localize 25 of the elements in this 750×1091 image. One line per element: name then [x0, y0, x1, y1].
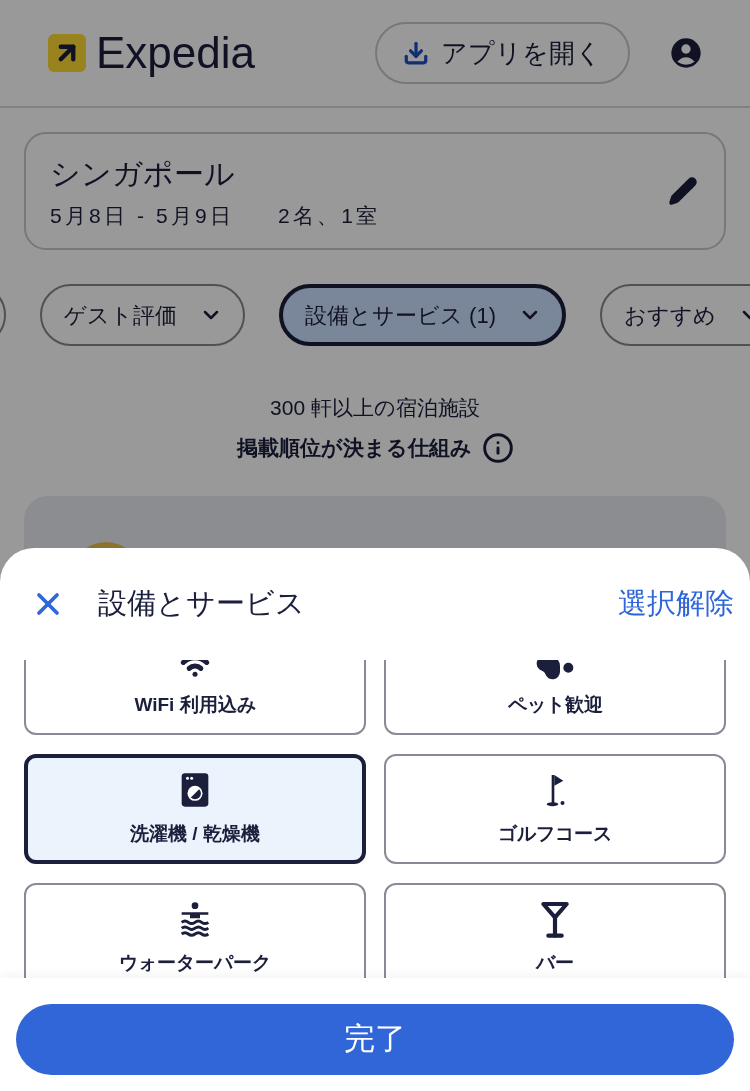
- filter-chip[interactable]: 設備とサービス (1): [279, 284, 566, 346]
- ranking-info-link[interactable]: 掲載順位が決まる仕組み: [236, 431, 472, 464]
- dates-text: 5月8日 - 5月9日: [50, 202, 235, 229]
- logo-text: Expedia: [96, 27, 255, 79]
- logo-icon: [48, 34, 86, 72]
- download-icon: [403, 40, 429, 66]
- results-count: 300 軒以上の宿泊施設: [270, 395, 480, 421]
- sheet-title: 設備とサービス: [98, 586, 305, 622]
- account-icon[interactable]: [670, 37, 702, 69]
- filter-chip[interactable]: おすすめ: [600, 284, 750, 346]
- edit-icon[interactable]: [668, 176, 698, 206]
- amenity-option[interactable]: ペット歓迎: [384, 660, 726, 735]
- amenity-option[interactable]: 洗濯機 / 乾燥機: [24, 754, 366, 864]
- amenity-option[interactable]: WiFi 利用込み: [24, 660, 366, 735]
- amenity-option[interactable]: バー: [384, 883, 726, 978]
- guests-text: 2名、1室: [278, 202, 381, 229]
- info-icon[interactable]: [481, 431, 514, 464]
- filter-chip[interactable]: ゲスト評価: [40, 284, 245, 346]
- destination-text: シンガポール: [50, 155, 236, 192]
- clear-selection-button[interactable]: 選択解除: [618, 582, 734, 626]
- amenity-option[interactable]: ゴルフコース: [384, 754, 726, 864]
- done-button[interactable]: 完了: [16, 1004, 734, 1075]
- search-summary-card[interactable]: シンガポール 5月8日 - 5月9日 2名、1室: [24, 132, 726, 250]
- open-app-button[interactable]: アプリを開く: [375, 22, 630, 84]
- amenity-option[interactable]: ウォーターパーク: [24, 883, 366, 978]
